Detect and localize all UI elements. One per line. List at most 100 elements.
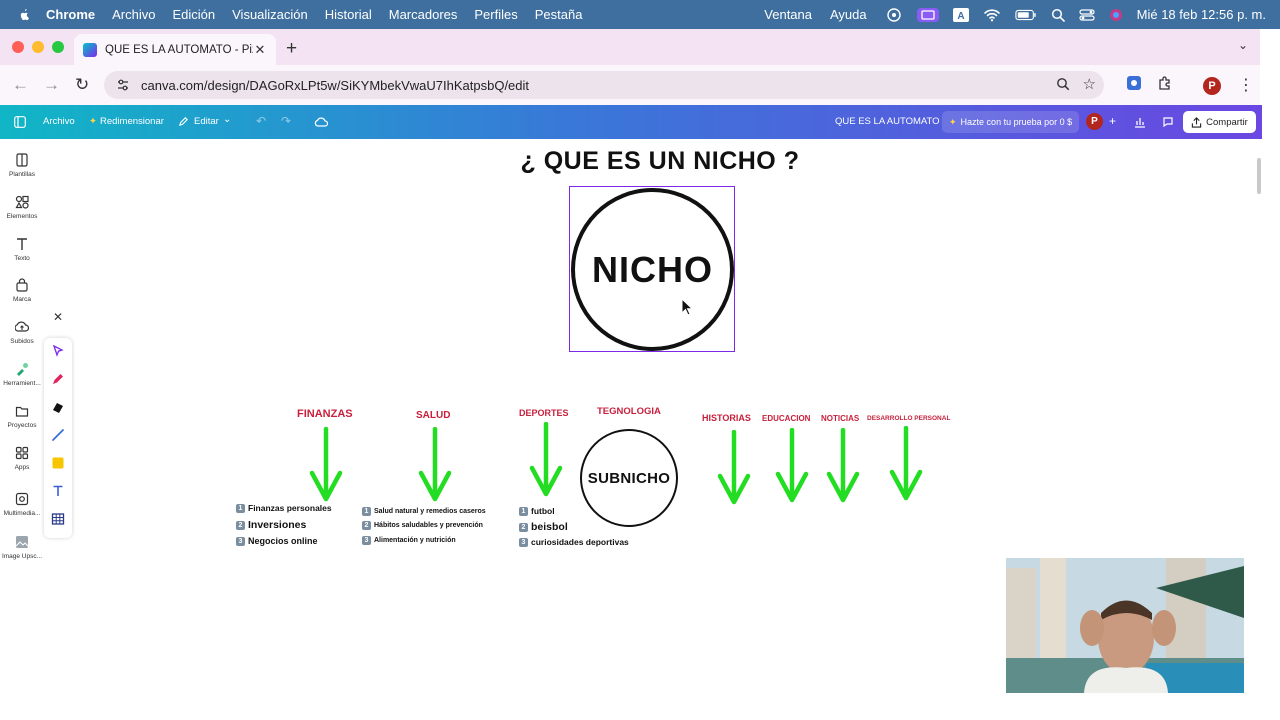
arrow-down-icon[interactable] [418,427,452,505]
share-button[interactable]: Compartir [1183,111,1256,133]
text-tool-icon[interactable] [51,484,65,498]
list-item[interactable]: 1 futbol [519,506,555,516]
list-item[interactable]: 1 Finanzas personales [236,503,332,513]
siri-icon[interactable] [1109,8,1123,22]
edit-menu-button[interactable]: Editar [194,116,219,127]
menu-perfiles[interactable]: Perfiles [474,7,517,22]
cloud-save-icon[interactable] [314,116,328,128]
sidebar-item-proyectos[interactable]: Proyectos [0,404,44,429]
category-salud[interactable]: SALUD [416,410,450,421]
extension-badge-icon[interactable] [1127,76,1141,90]
list-item[interactable]: 3 Negocios online [236,536,318,546]
sidebar-item-elementos[interactable]: Elementos [0,195,44,220]
tab-search-chevron-icon[interactable]: ⌄ [1238,38,1248,52]
wifi-icon[interactable] [983,8,1001,22]
spotlight-search-icon[interactable] [1051,8,1065,22]
canvas-heading[interactable]: ¿ QUE ES UN NICHO ? [512,147,808,176]
table-tool-icon[interactable] [51,512,65,526]
menu-pestana[interactable]: Pestaña [535,7,583,22]
arrow-down-icon[interactable] [826,428,860,506]
chrome-menu-kebab-icon[interactable]: ⋮ [1238,75,1254,95]
document-title[interactable]: QUE ES LA AUTOMATO [835,116,940,127]
window-zoom-button[interactable] [52,41,64,53]
list-item[interactable]: 2 Inversiones [236,519,306,531]
sidebar-item-marca[interactable]: Marca [0,278,44,303]
toggle-panel-icon[interactable] [14,116,26,128]
arrow-down-icon[interactable] [717,430,751,508]
close-tools-icon[interactable]: ✕ [53,310,63,324]
menu-app-chrome[interactable]: Chrome [46,7,95,22]
sticky-note-icon[interactable] [51,456,65,470]
marker-tool-icon[interactable] [51,400,65,414]
select-pointer-icon[interactable] [51,344,65,358]
sidebar-item-subidos[interactable]: Subidos [0,320,44,345]
window-minimize-button[interactable] [32,41,44,53]
arrow-down-icon[interactable] [775,428,809,506]
menu-historial[interactable]: Historial [325,7,372,22]
sidebar-item-multimedia[interactable]: Multimedia... [0,492,44,517]
nicho-circle[interactable]: NICHO [571,188,734,351]
sidebar-item-herramientas[interactable]: Herramient... [0,362,44,387]
category-historias[interactable]: HISTORIAS [702,413,751,423]
category-desarrollo-personal[interactable]: DESARROLLO PERSONAL [867,415,950,422]
category-deportes[interactable]: DEPORTES [519,408,569,418]
control-center-icon[interactable] [1079,8,1095,22]
user-avatar[interactable]: P [1086,113,1103,130]
arrow-down-icon[interactable] [889,426,923,504]
page-scrollbar-track[interactable] [1262,105,1280,720]
window-close-button[interactable] [12,41,24,53]
menu-clock[interactable]: Mié 18 feb 12:56 p. m. [1137,7,1266,22]
category-tecnologia[interactable]: TEGNOLOGIA [597,406,661,417]
list-item[interactable]: 3 curiosidades deportivas [519,537,629,547]
category-finanzas[interactable]: FINANZAS [297,408,353,420]
status-app-icon[interactable] [885,7,903,22]
edit-chevron-down-icon[interactable]: ⌄ [223,114,231,125]
sidebar-item-apps[interactable]: Apps [0,446,44,471]
sidebar-item-texto[interactable]: Texto [0,237,44,262]
insights-chart-icon[interactable] [1134,116,1146,128]
browser-tab-active[interactable]: QUE ES LA AUTOMATO - Piza ✕ [74,34,276,65]
page-scrollbar-thumb[interactable] [1257,158,1261,194]
menu-visualizacion[interactable]: Visualización [232,7,308,22]
chrome-profile-avatar[interactable]: P [1203,77,1221,95]
site-info-icon[interactable] [116,78,130,92]
menu-edicion[interactable]: Edición [172,7,215,22]
category-educacion[interactable]: EDUCACION [762,414,810,423]
zoom-magnifier-icon[interactable] [1056,77,1070,91]
menu-archivo[interactable]: Archivo [112,7,155,22]
arrow-down-icon[interactable] [309,427,343,505]
subnicho-circle[interactable]: SUBNICHO [580,429,678,527]
sidebar-item-image-upscaler[interactable]: Image Upsc... [0,535,44,560]
sidebar-item-plantillas[interactable]: Plantillas [0,153,44,178]
pen-tool-icon[interactable] [51,372,65,386]
category-noticias[interactable]: NOTICIAS [821,414,859,423]
keyboard-input-icon[interactable]: A [952,7,969,22]
arrow-down-icon[interactable] [529,422,563,500]
tab-close-icon[interactable]: ✕ [253,42,267,58]
list-item[interactable]: 1 Salud natural y remedios caseros [362,507,486,516]
extensions-puzzle-icon[interactable] [1157,75,1173,91]
new-tab-plus-icon[interactable]: + [286,38,297,60]
resize-button[interactable]: Redimensionar [100,116,164,127]
free-trial-button[interactable]: ✦ Hazte con tu prueba por 0 $ [942,111,1080,133]
add-collaborator-plus-icon[interactable]: + [1109,114,1116,128]
list-item[interactable]: 2 beisbol [519,521,568,533]
reload-icon[interactable]: ↻ [75,75,89,95]
bookmark-star-icon[interactable]: ☆ [1083,75,1096,93]
undo-icon[interactable]: ↶ [256,114,266,128]
menu-ayuda[interactable]: Ayuda [830,7,867,22]
back-arrow-icon[interactable]: ← [12,75,29,95]
menu-ventana[interactable]: Ventana [764,7,812,22]
forward-arrow-icon[interactable]: → [43,75,60,95]
url-text[interactable]: canva.com/design/DAGoRxLPt5w/SiKYMbekVwa… [141,78,529,93]
screen-record-icon[interactable] [916,7,939,22]
highlighter-tool-icon[interactable] [51,428,65,442]
list-item[interactable]: 2 Hábitos saludables y prevención [362,521,483,530]
menu-marcadores[interactable]: Marcadores [389,7,458,22]
redo-icon[interactable]: ↷ [281,114,291,128]
canva-file-menu[interactable]: Archivo [43,116,75,127]
battery-icon[interactable] [1015,8,1037,22]
apple-icon[interactable] [17,8,31,22]
list-item[interactable]: 3 Alimentación y nutrición [362,536,456,545]
comments-icon[interactable] [1162,116,1174,128]
